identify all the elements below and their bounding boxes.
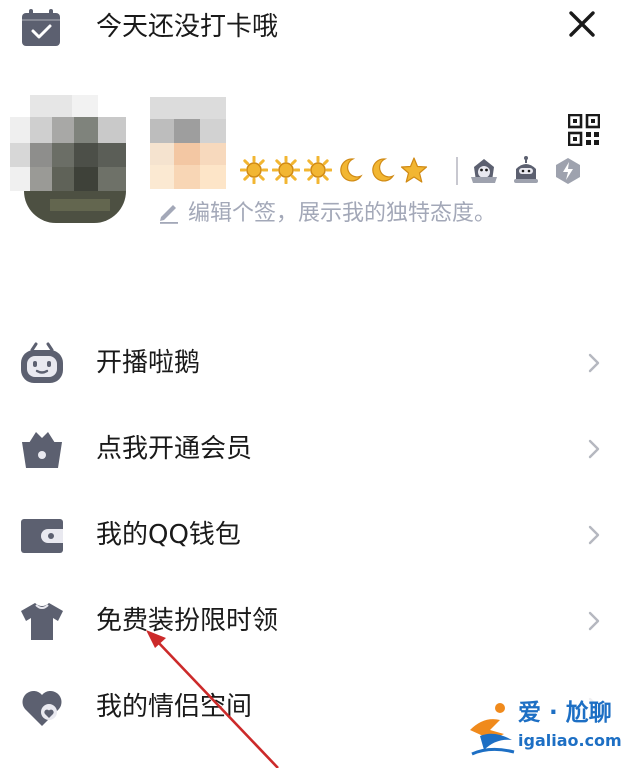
star-level-icon <box>400 157 428 183</box>
menu-item-wallet[interactable]: 我的QQ钱包 <box>0 492 628 578</box>
close-icon[interactable] <box>562 4 602 44</box>
robot-badge-icon[interactable] <box>510 155 542 187</box>
menu-item-label: 点我开通会员 <box>96 434 253 464</box>
menu-item-label: 我的QQ钱包 <box>96 520 241 550</box>
sun-level-icon <box>272 156 300 184</box>
checkin-prompt[interactable]: 今天还没打卡哦 <box>96 8 278 46</box>
signature-placeholder: 编辑个签，展示我的独特态度。 <box>188 201 497 226</box>
heart-icon <box>22 690 62 726</box>
menu-item-label: 开播啦鹅 <box>96 348 201 378</box>
sun-level-icon <box>240 156 268 184</box>
avatar[interactable] <box>10 95 132 223</box>
chevron-right-icon <box>588 353 600 373</box>
lightning-badge-icon[interactable] <box>552 155 584 187</box>
chevron-right-icon <box>588 525 600 545</box>
tv-robot-icon <box>21 342 63 383</box>
badge-divider <box>456 157 458 185</box>
menu-item-live[interactable]: 开播啦鹅 <box>0 320 628 406</box>
watermark-brand: 爱 · 尬聊 <box>518 700 612 726</box>
chevron-right-icon <box>588 611 600 631</box>
chevron-right-icon <box>588 439 600 459</box>
shirt-icon <box>21 603 63 640</box>
nickname-blurred <box>150 97 230 192</box>
vip-basket-icon <box>22 432 62 468</box>
qr-code-icon[interactable] <box>568 114 600 146</box>
wallet-icon <box>21 519 63 553</box>
menu-item-label: 免费装扮限时领 <box>96 606 279 636</box>
calendar-check-icon[interactable] <box>20 8 62 48</box>
moon-level-icon <box>372 158 395 182</box>
watermark-logo-icon <box>470 703 515 756</box>
menu-item-vip[interactable]: 点我开通会员 <box>0 406 628 492</box>
pencil-icon <box>160 205 178 224</box>
penguin-badge-icon[interactable] <box>468 155 500 187</box>
menu-item-dressup[interactable]: 免费装扮限时领 <box>0 578 628 664</box>
sun-level-icon <box>304 156 332 184</box>
moon-level-icon <box>340 158 363 182</box>
menu-item-label: 我的情侣空间 <box>96 692 253 722</box>
watermark-url: igaliao.com <box>518 731 622 750</box>
level-icons[interactable] <box>240 152 428 188</box>
badge-icons[interactable] <box>456 152 584 190</box>
signature-edit[interactable]: 编辑个签，展示我的独特态度。 <box>156 194 496 228</box>
